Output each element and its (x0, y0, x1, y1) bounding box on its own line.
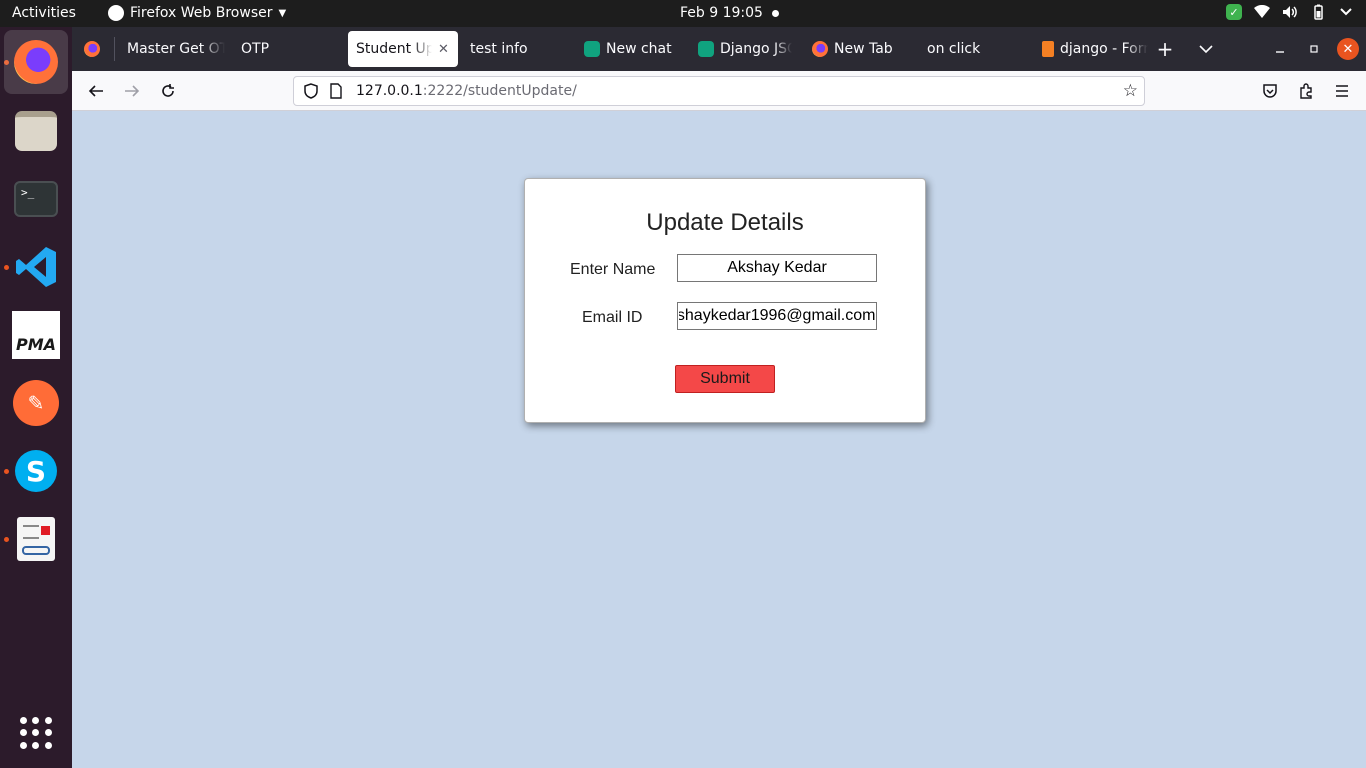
clock[interactable]: Feb 9 19:05 (680, 5, 763, 21)
firefox-icon (812, 41, 828, 57)
name-label: Enter Name (570, 261, 656, 278)
hamburger-menu-icon[interactable] (1330, 79, 1354, 103)
address-bar[interactable]: 127.0.0.1:2222/studentUpdate/ ☆ (293, 76, 1145, 106)
browser-tab-bar: Master Get OTP OTP Student Update ✕ test… (72, 27, 1366, 71)
name-field[interactable] (677, 254, 877, 282)
dock: >_ PMA ✎ S (0, 27, 72, 768)
tab-django-json[interactable]: Django JSON (698, 31, 792, 67)
show-apps-grid-icon[interactable] (20, 717, 52, 749)
tab-label: test info (470, 41, 528, 57)
email-field[interactable] (677, 302, 877, 330)
tab-label: New Tab (834, 41, 893, 57)
page-info-icon[interactable] (330, 83, 342, 103)
tab-otp[interactable]: OTP (241, 31, 301, 67)
close-window-icon[interactable]: ✕ (1337, 38, 1359, 60)
update-details-card: Update Details Enter Name Email ID Submi… (524, 178, 926, 423)
firefox-icon (14, 40, 58, 84)
tab-new-chat[interactable]: New chat (584, 31, 684, 67)
dock-firefox[interactable] (4, 30, 68, 94)
wifi-icon (1254, 4, 1270, 20)
restore-window-icon[interactable] (1302, 37, 1326, 61)
dock-postman[interactable]: ✎ (12, 379, 60, 427)
app-menu-label: Firefox Web Browser (130, 5, 273, 21)
extensions-icon[interactable] (1294, 79, 1318, 103)
tab-label: Master Get OTP (127, 41, 225, 57)
tracking-protection-shield-icon[interactable] (304, 83, 318, 103)
chatgpt-icon (698, 41, 714, 57)
dock-phpmyadmin[interactable]: PMA (12, 311, 60, 359)
firefox-view-button[interactable] (84, 31, 104, 67)
tab-django-form[interactable]: django - Form (1042, 31, 1148, 67)
skype-icon: S (15, 450, 57, 492)
notification-dot-icon (772, 10, 779, 17)
dock-vscode[interactable] (12, 243, 60, 291)
tab-label: Django JSON (720, 41, 792, 57)
list-tabs-icon[interactable] (1194, 37, 1218, 61)
tab-master-get-otp[interactable]: Master Get OTP (127, 31, 225, 67)
system-tray[interactable]: ✓ (1226, 4, 1354, 20)
vscode-icon (14, 245, 58, 289)
bookmark-star-icon[interactable]: ☆ (1123, 81, 1138, 101)
terminal-icon: >_ (14, 181, 58, 217)
tab-on-click[interactable]: on click (927, 31, 1017, 67)
dock-skype[interactable]: S (12, 447, 60, 495)
reload-icon[interactable] (156, 79, 180, 103)
minimize-window-icon[interactable] (1268, 37, 1292, 61)
tab-label: django - Form (1060, 41, 1148, 57)
app-menu[interactable]: Firefox Web Browser ▼ (108, 5, 286, 21)
new-tab-icon[interactable]: + (1153, 37, 1177, 61)
firefox-icon (108, 5, 124, 21)
firefox-view-icon (84, 41, 100, 57)
tab-separator (114, 37, 115, 61)
tab-label: New chat (606, 41, 672, 57)
tab-test-info[interactable]: test info (470, 31, 560, 67)
battery-icon (1310, 4, 1326, 20)
caret-down-icon: ▼ (278, 7, 287, 19)
activities-button[interactable]: Activities (12, 5, 76, 21)
power-menu-icon[interactable] (1338, 4, 1354, 20)
tab-label: Student Update (356, 41, 432, 57)
tab-label: OTP (241, 41, 270, 57)
dock-files[interactable] (12, 107, 60, 155)
close-tab-icon[interactable]: ✕ (438, 42, 449, 57)
submit-button[interactable]: Submit (675, 365, 775, 393)
forward-arrow-icon[interactable] (120, 79, 144, 103)
stackoverflow-icon (1042, 41, 1054, 57)
back-arrow-icon[interactable] (84, 79, 108, 103)
dock-document-reader[interactable] (12, 515, 60, 563)
files-icon (15, 111, 57, 151)
document-reader-icon (17, 517, 55, 561)
dock-terminal[interactable]: >_ (12, 175, 60, 223)
system-top-bar: Activities Firefox Web Browser ▼ Feb 9 1… (0, 0, 1366, 27)
running-indicator (4, 537, 9, 542)
url-text[interactable]: 127.0.0.1:2222/studentUpdate/ (356, 83, 577, 99)
volume-icon (1282, 4, 1298, 20)
page-title: Update Details (646, 209, 804, 236)
phpmyadmin-icon: PMA (12, 311, 60, 359)
navigation-bar: 127.0.0.1:2222/studentUpdate/ ☆ (72, 71, 1366, 111)
running-indicator (4, 265, 9, 270)
tab-label: on click (927, 41, 981, 57)
email-label: Email ID (582, 309, 643, 326)
pocket-icon[interactable] (1258, 79, 1282, 103)
tab-student-update[interactable]: Student Update ✕ (348, 31, 458, 67)
update-check-icon[interactable]: ✓ (1226, 4, 1242, 20)
chatgpt-icon (584, 41, 600, 57)
url-host: 127.0.0.1 (356, 83, 423, 99)
tab-new-tab[interactable]: New Tab (812, 31, 906, 67)
running-indicator (4, 469, 9, 474)
postman-icon: ✎ (13, 380, 59, 426)
url-path: :2222/studentUpdate/ (422, 83, 577, 99)
